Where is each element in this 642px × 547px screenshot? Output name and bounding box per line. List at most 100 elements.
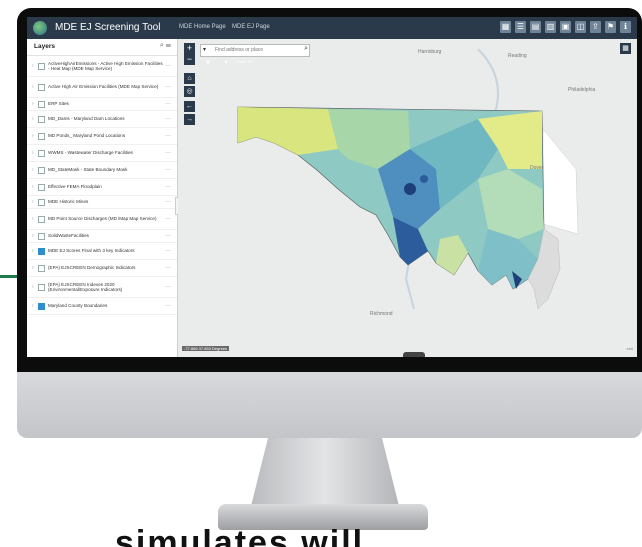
search-icon[interactable]: ⌕ (160, 42, 164, 49)
layer-item[interactable]: › MDE EJ Scores Final with 3 key Indicato… (27, 243, 177, 260)
layer-item[interactable]: › MDE Historic Mines ··· (27, 196, 177, 209)
layer-options-icon[interactable]: ··· (163, 116, 171, 122)
app-logo-icon (33, 21, 47, 35)
map-view[interactable]: + − ⌂ ◎ ← → ▾ ⌕ ▦ ◈ Zoom To Harrisburg R… (178, 39, 637, 357)
basemap-gallery-button[interactable]: ▦ (620, 43, 631, 54)
widget-button-2[interactable]: ◈ (218, 59, 234, 73)
layer-visibility-checkbox[interactable] (38, 183, 45, 191)
search-source-dropdown[interactable]: ▾ (203, 46, 206, 53)
layer-label: Active High Air Emission Facilities (MDE… (48, 84, 159, 90)
print-icon[interactable]: ▣ (560, 21, 571, 33)
chevron-right-icon[interactable]: › (32, 133, 37, 139)
legend-icon[interactable]: ☰ (515, 21, 526, 33)
chevron-right-icon[interactable]: › (32, 84, 37, 90)
monitor-screen: MDE EJ Screening Tool MDE Home Page MDE … (27, 17, 637, 357)
layer-visibility-checkbox[interactable] (38, 132, 45, 140)
layer-visibility-checkbox[interactable] (38, 83, 45, 91)
measure-icon[interactable]: ◫ (575, 21, 586, 33)
layer-item[interactable]: › MD_StateMask - State Boundary Mask ··· (27, 162, 177, 179)
city-label: Harrisburg (418, 49, 442, 55)
table-icon[interactable]: ▥ (545, 21, 556, 33)
layer-label: ActiveHighAirEmissions - Active High Emi… (48, 60, 163, 72)
layer-options-icon[interactable]: ··· (163, 133, 171, 139)
layer-options-icon[interactable]: ··· (163, 84, 171, 90)
layers-icon[interactable]: ▦ (500, 21, 511, 33)
layer-item[interactable]: › MD_Dams - Maryland Dam Locations ··· (27, 111, 177, 128)
layer-visibility-checkbox[interactable] (38, 283, 45, 291)
layer-item[interactable]: › (EPA) EJSCREEN Demographic Indicators ··… (27, 260, 177, 277)
chevron-right-icon[interactable]: › (32, 116, 37, 122)
chevron-right-icon[interactable]: › (32, 63, 37, 69)
search-input[interactable] (215, 46, 295, 54)
chevron-right-icon[interactable]: › (32, 216, 37, 222)
back-extent-button[interactable]: ← (184, 101, 195, 112)
layer-visibility-checkbox[interactable] (38, 115, 45, 123)
layer-options-icon[interactable]: ··· (163, 150, 171, 156)
locate-button[interactable]: ◎ (184, 86, 195, 97)
chevron-right-icon[interactable]: › (32, 265, 37, 271)
bookmark-icon[interactable]: ⚑ (605, 21, 616, 33)
zoom-to-widget-button[interactable]: Zoom To (236, 59, 252, 73)
widget-button-1[interactable]: ▦ (200, 59, 216, 73)
layer-item[interactable]: › ERP Sites ··· (27, 98, 177, 111)
layer-item[interactable]: › MD Point Source Discharges (MD iMap Map… (27, 209, 177, 230)
app-header: MDE EJ Screening Tool MDE Home Page MDE … (27, 17, 637, 39)
layer-label: ERP Sites (48, 101, 69, 107)
layer-visibility-checkbox[interactable] (38, 215, 45, 223)
layer-visibility-checkbox[interactable] (38, 232, 45, 240)
layer-options-icon[interactable]: ··· (163, 216, 171, 222)
layer-item[interactable]: › SolidWasteFacilities ··· (27, 230, 177, 243)
layer-item[interactable]: › MD Ponds_ Maryland Pond Locations ··· (27, 128, 177, 145)
chevron-right-icon[interactable]: › (32, 101, 37, 107)
layer-visibility-checkbox[interactable] (38, 198, 45, 206)
link-mde-ej[interactable]: MDE EJ Page (232, 24, 270, 30)
layer-options-icon[interactable]: ··· (163, 101, 171, 107)
link-mde-home[interactable]: MDE Home Page (179, 24, 226, 30)
layer-item[interactable]: › Maryland County Boundaries ··· (27, 298, 177, 315)
layer-label: (EPA) EJSCREEN Demographic Indicators (48, 265, 136, 271)
home-button[interactable]: ⌂ (184, 73, 195, 84)
layer-item[interactable]: › ActiveHighAirEmissions - Active High Em… (27, 56, 177, 77)
chevron-right-icon[interactable]: › (32, 184, 37, 190)
chevron-right-icon[interactable]: › (32, 303, 37, 309)
layer-options-icon[interactable]: ··· (163, 184, 171, 190)
attribute-table-toggle[interactable] (403, 352, 425, 357)
zoom-in-button[interactable]: + (184, 43, 195, 54)
layer-options-icon[interactable]: ··· (163, 248, 171, 254)
layer-item[interactable]: › WWMS - Wastewater Discharge Facilities ·… (27, 145, 177, 162)
layers-panel-title: Layers (34, 43, 55, 50)
layer-item[interactable]: › (EPA) EJSCREEN Indexes 2020 (Environmen… (27, 277, 177, 298)
layer-options-icon[interactable]: ··· (163, 199, 171, 205)
layer-item[interactable]: › Effective FEMA Floodplain ··· (27, 179, 177, 196)
header-toolbar: ▦ ☰ ▤ ▥ ▣ ◫ ⇪ ⚑ ℹ (500, 21, 631, 33)
layer-item[interactable]: › Active High Air Emission Facilities (MD… (27, 77, 177, 98)
filter-icon[interactable]: ☰ (166, 42, 171, 49)
chevron-right-icon[interactable]: › (32, 233, 37, 239)
chevron-right-icon[interactable]: › (32, 284, 37, 290)
layer-visibility-checkbox[interactable] (38, 302, 45, 310)
chevron-right-icon[interactable]: › (32, 150, 37, 156)
chevron-right-icon[interactable]: › (32, 248, 37, 254)
layer-label: MDE EJ Scores Final with 3 key Indicator… (48, 248, 135, 254)
basemap-icon[interactable]: ▤ (530, 21, 541, 33)
layer-options-icon[interactable]: ··· (163, 265, 171, 271)
info-icon[interactable]: ℹ (620, 21, 631, 33)
layer-visibility-checkbox[interactable] (38, 247, 45, 255)
monitor-chin (17, 372, 642, 438)
share-icon[interactable]: ⇪ (590, 21, 601, 33)
layer-options-icon[interactable]: ··· (163, 233, 171, 239)
layer-visibility-checkbox[interactable] (38, 264, 45, 272)
chevron-right-icon[interactable]: › (32, 167, 37, 173)
zoom-out-button[interactable]: − (184, 54, 195, 65)
layer-options-icon[interactable]: ··· (163, 63, 171, 69)
layer-visibility-checkbox[interactable] (38, 100, 45, 108)
layer-visibility-checkbox[interactable] (38, 149, 45, 157)
layer-options-icon[interactable]: ··· (163, 303, 171, 309)
forward-extent-button[interactable]: → (184, 114, 195, 125)
chevron-right-icon[interactable]: › (32, 199, 37, 205)
layer-visibility-checkbox[interactable] (38, 62, 45, 70)
layer-options-icon[interactable]: ··· (163, 284, 171, 290)
search-icon[interactable]: ⌕ (304, 45, 308, 53)
layer-options-icon[interactable]: ··· (163, 167, 171, 173)
layer-visibility-checkbox[interactable] (38, 166, 45, 174)
